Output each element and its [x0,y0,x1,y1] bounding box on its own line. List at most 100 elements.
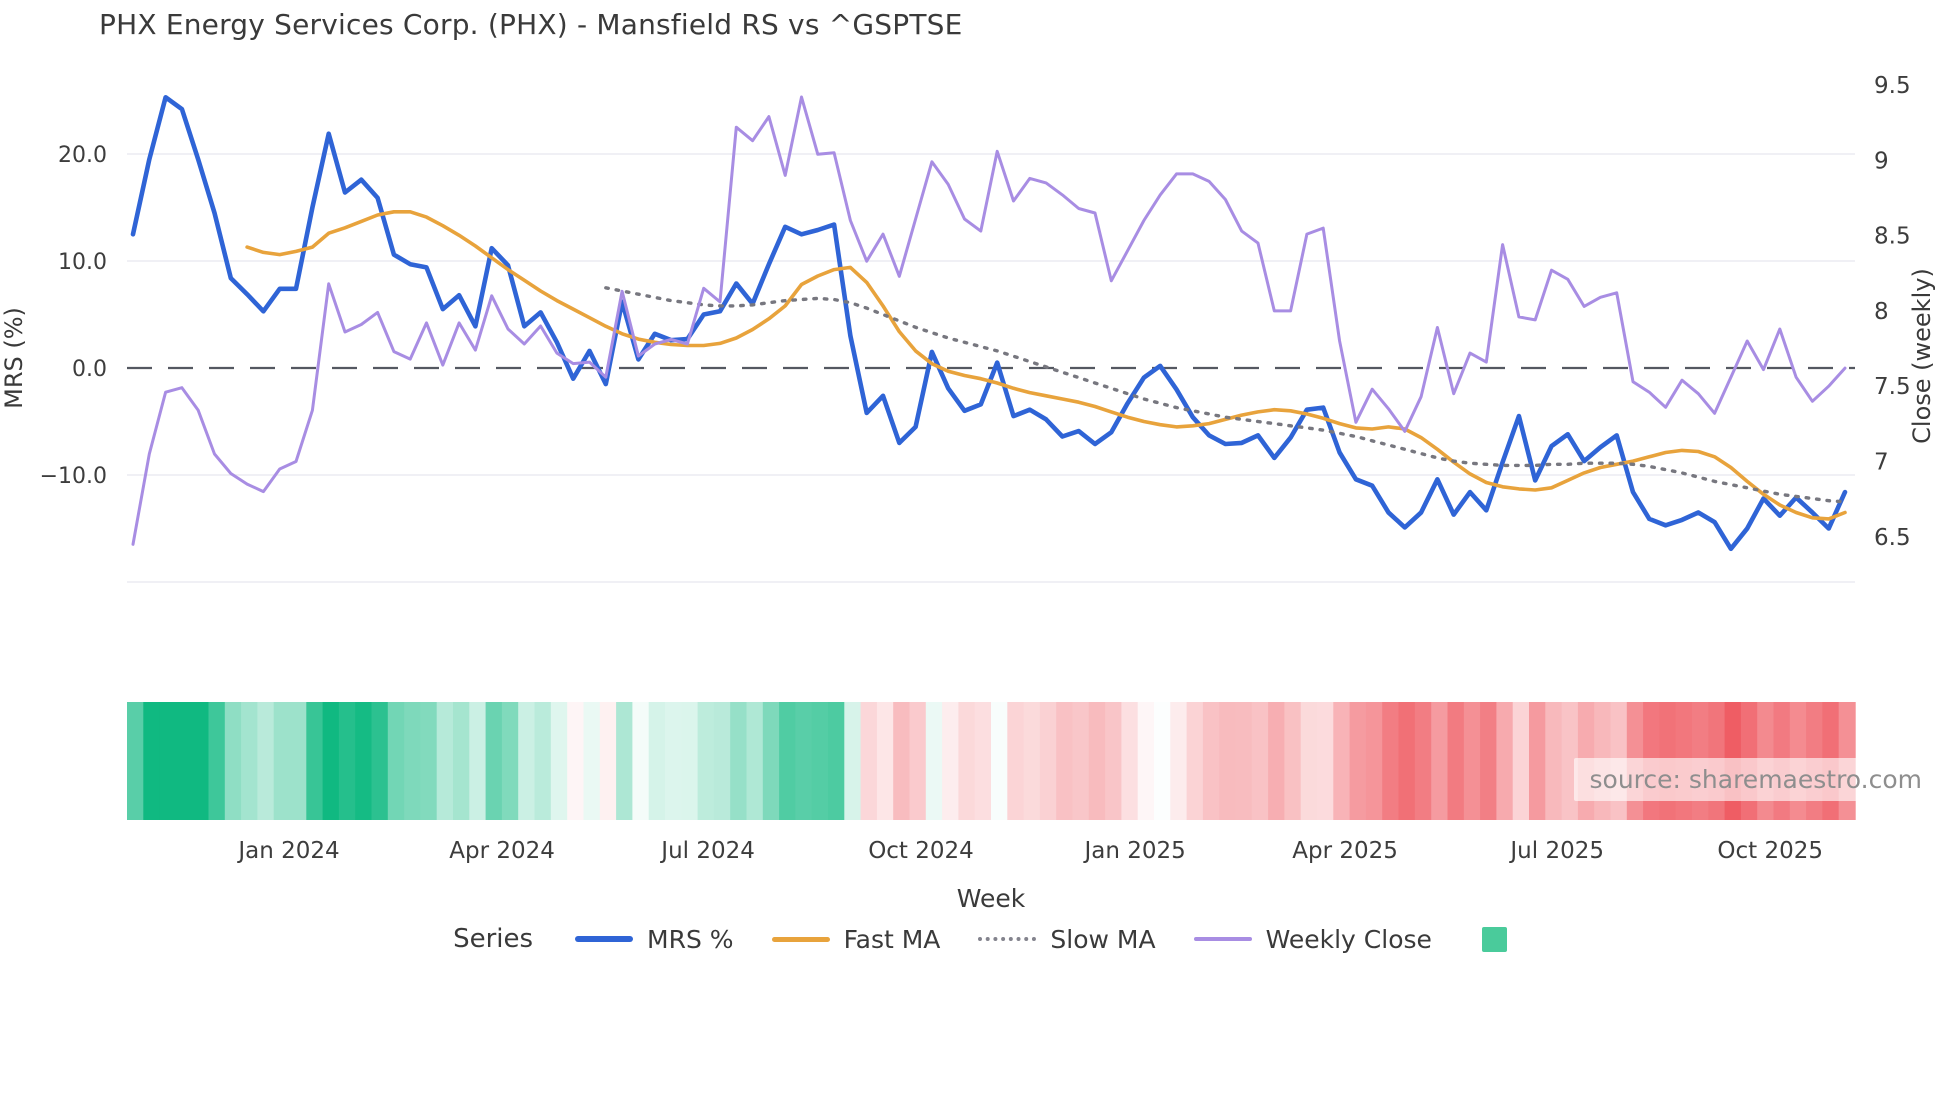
heatmap-bar [257,702,275,820]
heatmap-bar [1023,702,1041,820]
heatmap-bar [1137,702,1155,820]
heatmap-bar [404,702,422,820]
heatmap-bar [159,702,177,820]
heatmap-bar [436,702,454,820]
right-axis-tick-label: 9 [1874,148,1889,174]
fast-ma-line-swatch [771,936,830,942]
heatmap-bar [192,702,210,820]
heatmap-bar [648,702,666,820]
legend-label-slow-ma: Slow MA [1050,924,1156,954]
legend-label-mrs: MRS % [647,924,734,954]
heatmap-bar [1512,702,1530,820]
heatmap-bar [616,702,634,820]
x-axis-tick-label: Oct 2025 [1717,838,1823,864]
x-axis-tick-label: Jul 2024 [659,838,755,864]
series-slow-ma [604,286,1847,504]
heatmap-bar [1414,702,1432,820]
x-axis-tick-label: Jul 2025 [1508,838,1604,864]
heatmap-bar [1545,702,1563,820]
x-axis-tick-label: Jan 2024 [236,838,339,864]
x-axis-tick-label: Oct 2024 [868,838,974,864]
heatmap-bar [518,702,536,820]
right-axis-tick-label: 7 [1874,450,1889,476]
right-axis-tick-label: 6.5 [1874,525,1911,551]
heatmap-bar [1251,702,1269,820]
mrs-line-swatch [575,936,634,942]
heatmap-bar [1447,702,1465,820]
left-axis-tick-label: 10.0 [58,250,107,275]
heatmap-bar [1056,702,1074,820]
heatmap-bar [550,702,568,820]
legend-item-mrs: MRS % [575,925,734,954]
heatmap-bar [942,702,960,820]
heatmap-bar [1088,702,1106,820]
heatmap-bar [290,702,307,820]
legend-item-slow-ma: Slow MA [978,924,1156,954]
heatmap-bar [665,702,682,820]
legend-label-weekly-close: Weekly Close [1265,924,1432,954]
right-axis-tick-label: 8 [1874,299,1889,325]
x-axis-tick-label: Apr 2024 [449,838,555,864]
left-axis-ticks: 20.0 10.0 0.0 −10.0 [40,143,107,489]
weekly-close-line-swatch [1193,937,1252,941]
heatmap-bar [893,702,911,820]
heatmap-bar [599,702,617,820]
series-line-mrs- [130,95,1848,552]
heatmap-bar [453,702,470,820]
heatmap-bar [762,702,780,820]
heatmap-bar [958,702,976,820]
heatmap-bar [925,702,943,820]
heatmap-bar [1333,702,1351,820]
chart-title: PHX Energy Services Corp. (PHX) - Mansfi… [99,8,963,41]
slow-ma-line-swatch [978,937,1037,941]
heatmap-bar [1186,702,1204,820]
heatmap-bar [175,702,193,820]
heatmap-bar [811,702,829,820]
x-axis-tick-label: Jan 2025 [1082,838,1185,864]
heatmap-bar [1219,702,1237,820]
heatmap-bar [1007,702,1025,820]
x-axis-tick-label: Apr 2025 [1292,838,1398,864]
x-axis-ticks: Jan 2024 Apr 2024 Jul 2024 Oct 2024 Jan 2025… [236,838,1823,864]
source-note: source: sharemaestro.com [1573,758,1938,801]
heatmap-bar [1039,702,1057,820]
heatmap-bar [1398,702,1416,820]
legend-item-weekly-close: Weekly Close [1193,924,1432,954]
heatmap-bar [1480,702,1498,820]
heatmap-bar [1268,702,1286,820]
chart-page: 20.0 10.0 0.0 −10.0 9.5 9 8.5 8 7.5 7 6.5 Jan 2024 A… [0,0,1960,1102]
heatmap-bar [1235,702,1253,820]
heatmap-bar [828,702,845,820]
left-axis-tick-label: 20.0 [58,143,107,168]
heatmap-bar [1300,702,1318,820]
legend: Series MRS % Fast MA Slow MA Weekly Clos… [0,924,1960,954]
heatmap-bar [1382,702,1400,820]
heatmap-bar [713,702,731,820]
heatmap-bar [1121,702,1139,820]
heatmap-bar [338,702,356,820]
heatmap-bar [844,702,862,820]
heatmap-bar [1529,702,1546,820]
heatmap-bar [779,702,797,820]
heatmap-bar [860,702,878,820]
heatmap-bar [208,702,226,820]
series-weekly-close [131,95,1847,546]
heatmap-bar [420,702,438,820]
series-mrs- [130,95,1848,552]
heatmap-bar [730,702,748,820]
heatmap-bar [1284,702,1302,820]
right-axis-title: Close (weekly) [1908,268,1936,444]
heatmap-bar [371,702,389,820]
heatmap-bar [583,702,601,820]
heatmap-bar [1463,702,1481,820]
left-axis-title: MRS (%) [0,307,28,409]
legend-item-fast-ma: Fast MA [771,925,940,954]
left-axis-tick-label: 0.0 [72,357,107,382]
heatmap-bar [1170,702,1188,820]
series-line-weekly-close [131,95,1847,546]
heatmap-bar [746,702,764,820]
heatmap-bar [1202,702,1220,820]
left-axis-tick-label: −10.0 [40,464,107,489]
heatmap-bar [322,702,340,820]
series-line-slow-ma [604,286,1847,504]
